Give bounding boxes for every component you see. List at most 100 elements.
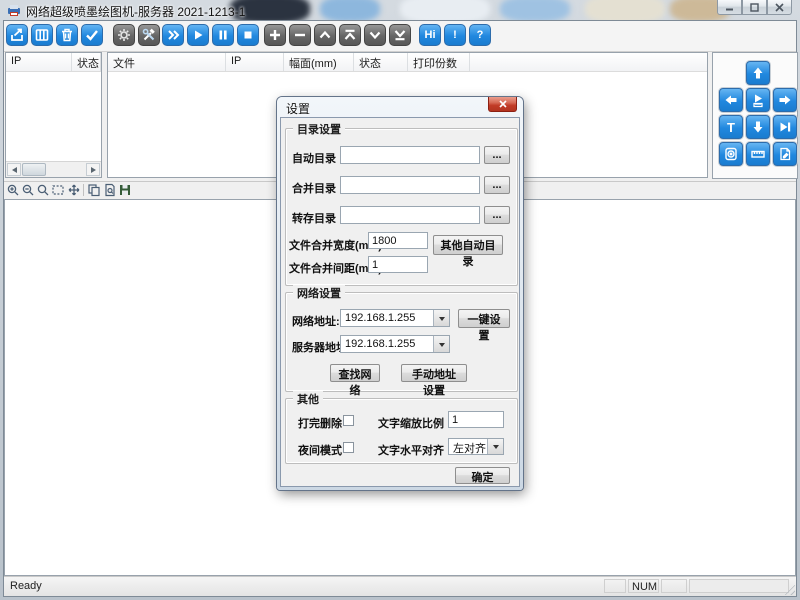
column-header-size[interactable]: 幅面(mm) — [284, 53, 354, 71]
column-header-status[interactable]: 状态 — [72, 53, 101, 71]
one-key-setup-button[interactable]: 一键设置 — [458, 309, 510, 328]
help-button[interactable]: ? — [469, 24, 491, 46]
columns-button[interactable] — [31, 24, 53, 46]
move-to-bottom-button[interactable] — [389, 24, 411, 46]
dialog-close-icon — [499, 100, 507, 108]
merge-gap-input[interactable] — [368, 256, 428, 273]
save-dir-browse-button[interactable]: ... — [484, 206, 510, 224]
alert-button[interactable]: ! — [444, 24, 466, 46]
nav-doc-inspect-button[interactable] — [773, 142, 797, 166]
chevron-up-icon — [317, 27, 333, 43]
status-text: Ready — [10, 580, 42, 592]
status-cell-1 — [604, 579, 626, 593]
dialog-close-button[interactable] — [488, 97, 517, 112]
text-align-value: 左对齐 — [453, 440, 486, 456]
pause-button[interactable] — [212, 24, 234, 46]
main-toolbar: Hi ! ? — [4, 21, 796, 52]
delete-button[interactable] — [56, 24, 78, 46]
settings-tools-button[interactable] — [138, 24, 160, 46]
network-address-dropdown-button[interactable] — [433, 310, 449, 326]
text-tool-label: T — [727, 120, 735, 135]
nav-right-button[interactable] — [773, 88, 797, 112]
maximize-button[interactable] — [742, 0, 767, 15]
document-inspect-icon — [777, 146, 793, 162]
hi-button[interactable]: Hi — [419, 24, 441, 46]
device-list[interactable]: IP 状态 — [5, 52, 102, 178]
toolbar-separator — [83, 184, 84, 196]
close-button[interactable] — [767, 0, 792, 15]
column-header-ip[interactable]: IP — [6, 53, 72, 71]
nav-left-button[interactable] — [719, 88, 743, 112]
status-bar: Ready NUM — [4, 576, 796, 596]
scroll-left-arrow[interactable] — [7, 163, 21, 176]
save-button[interactable] — [118, 183, 132, 197]
text-align-select[interactable]: 左对齐 — [448, 438, 504, 455]
select-region-button[interactable] — [51, 183, 65, 197]
find-network-button[interactable]: 查找网络 — [330, 364, 380, 382]
server-address-dropdown-button[interactable] — [433, 336, 449, 352]
gear-icon — [116, 27, 132, 43]
merge-width-input[interactable] — [368, 232, 428, 249]
save-dir-input[interactable] — [340, 206, 480, 224]
arrow-up-icon — [750, 65, 766, 81]
app-window: 网络超级喷墨绘图机-服务器 2021-1213-1 — [0, 0, 800, 600]
auto-dir-browse-button[interactable]: ... — [484, 146, 510, 164]
zoom-out-button[interactable] — [21, 183, 35, 197]
column-header-status[interactable]: 状态 — [354, 53, 408, 71]
nav-text-button[interactable]: T — [719, 115, 743, 139]
manual-address-button[interactable]: 手动地址设置 — [401, 364, 467, 382]
copy-pages-icon — [87, 183, 101, 197]
open-file-button[interactable] — [6, 24, 28, 46]
start-button[interactable] — [187, 24, 209, 46]
title-bar: 网络超级喷墨绘图机-服务器 2021-1213-1 — [0, 0, 800, 20]
nav-camera-button[interactable] — [719, 142, 743, 166]
chevron-bottom-icon — [392, 27, 408, 43]
other-auto-dirs-button[interactable]: 其他自动目录 — [433, 235, 503, 255]
pan-button[interactable] — [67, 183, 81, 197]
skip-end-icon — [777, 119, 793, 135]
nav-print-test-button[interactable] — [746, 88, 770, 112]
confirm-button[interactable] — [81, 24, 103, 46]
maximize-icon — [750, 3, 759, 12]
add-button[interactable] — [264, 24, 286, 46]
ruler-icon — [750, 146, 766, 162]
column-header-file[interactable]: 文件 — [108, 53, 226, 71]
minus-icon — [292, 27, 308, 43]
server-address-combo[interactable]: 192.168.1.255 — [340, 335, 450, 353]
network-address-combo[interactable]: 192.168.1.255 — [340, 309, 450, 327]
zoom-out-icon — [21, 183, 35, 197]
merge-dir-browse-button[interactable]: ... — [484, 176, 510, 194]
stop-button[interactable] — [237, 24, 259, 46]
move-to-top-button[interactable] — [339, 24, 361, 46]
nav-ruler-button[interactable] — [746, 142, 770, 166]
delete-after-print-label: 打完删除 — [298, 415, 342, 431]
auto-dir-input[interactable] — [340, 146, 480, 164]
text-align-dropdown-button[interactable] — [487, 439, 503, 454]
device-list-hscrollbar[interactable] — [6, 161, 101, 177]
delete-after-print-checkbox[interactable] — [343, 415, 354, 426]
remove-button[interactable] — [289, 24, 311, 46]
zoom-in-button[interactable] — [6, 183, 20, 197]
night-mode-checkbox[interactable] — [343, 442, 354, 453]
minimize-button[interactable] — [717, 0, 742, 15]
nav-up-button[interactable] — [746, 61, 770, 85]
copy-button[interactable] — [87, 183, 101, 197]
dialog-title: 设置 — [286, 100, 310, 117]
text-scale-label: 文字缩放比例 — [378, 415, 444, 431]
column-header-copies[interactable]: 打印份数 — [408, 53, 470, 71]
nav-down-button[interactable] — [746, 115, 770, 139]
move-up-button[interactable] — [314, 24, 336, 46]
preview-button[interactable] — [103, 183, 117, 197]
move-down-button[interactable] — [364, 24, 386, 46]
gear-button[interactable] — [113, 24, 135, 46]
merge-dir-input[interactable] — [340, 176, 480, 194]
scroll-thumb[interactable] — [22, 163, 46, 176]
app-icon — [7, 3, 21, 17]
scroll-right-arrow[interactable] — [86, 163, 100, 176]
text-scale-input[interactable] — [448, 411, 504, 428]
zoom-fit-button[interactable] — [36, 183, 50, 197]
ok-button[interactable]: 确定 — [455, 467, 510, 484]
column-header-ip[interactable]: IP — [226, 53, 284, 71]
fast-forward-button[interactable] — [162, 24, 184, 46]
nav-skip-end-button[interactable] — [773, 115, 797, 139]
